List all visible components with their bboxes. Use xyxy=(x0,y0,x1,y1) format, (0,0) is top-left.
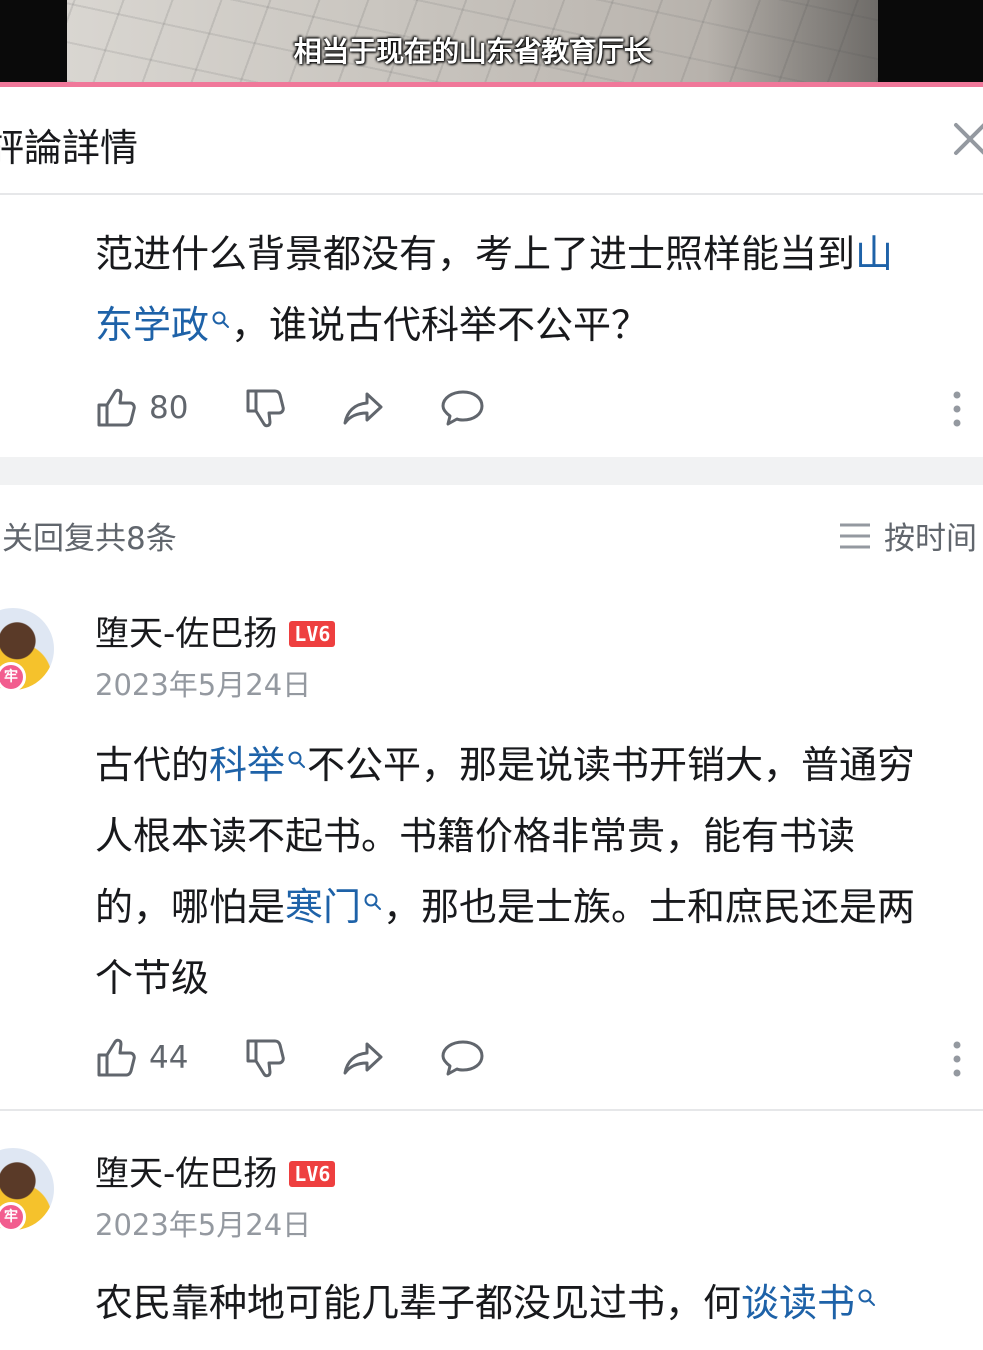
chat-bubble-icon xyxy=(441,390,484,426)
reply-button[interactable] xyxy=(441,1033,485,1083)
keyword-link[interactable]: 科举 xyxy=(209,743,307,787)
dislike-button[interactable] xyxy=(242,383,286,433)
reply-username[interactable]: 堕天-佐巴扬 LV6 xyxy=(95,1146,336,1195)
thumbs-down-icon xyxy=(246,389,285,428)
main-comment-line-2: 东学政 ，谁说古代科举不公平？ xyxy=(95,290,649,361)
comment-text: 的，哪怕是 xyxy=(95,885,286,929)
sort-label: 按时间 xyxy=(884,521,977,557)
keyword-link-text: 寒门 xyxy=(285,885,362,929)
reply-line-3: 的，哪怕是寒门 ，那也是士族。士和庶民还是两 xyxy=(95,872,915,943)
reply-count-label: 关回复共8条 xyxy=(2,521,177,557)
search-icon xyxy=(288,751,306,768)
reply-actions: 44 xyxy=(0,1033,983,1083)
share-button[interactable] xyxy=(341,383,385,433)
page-title: 評論詳情 xyxy=(0,126,139,170)
replies-header: 关回复共8条 按时间 xyxy=(0,485,983,580)
keyword-link[interactable]: 寒门 xyxy=(285,885,383,929)
comment-text: 古代的 xyxy=(95,743,210,787)
comment-text: 农民靠种地可能几辈子都没见过书，何 xyxy=(95,1281,742,1325)
close-icon[interactable] xyxy=(950,119,983,159)
reply-button[interactable] xyxy=(441,383,485,433)
sort-button[interactable]: 按时间 xyxy=(838,513,977,558)
comment-text: 范进什么背景都没有，考上了进士照样能当到 xyxy=(95,232,856,276)
reply-date: 2023年5月24日 xyxy=(95,668,312,702)
like-button[interactable]: 80 xyxy=(93,383,188,433)
reply-line-2: 人根本读不起书。书籍价格非常贵，能有书读 xyxy=(95,814,856,858)
list-sort-icon xyxy=(840,523,870,548)
main-comment: 范进什么背景都没有，考上了进士照样能当到山 东学政 ，谁说古代科举不公平？ 80 xyxy=(0,195,983,457)
username-text: 堕天-佐巴扬 xyxy=(95,614,278,654)
video-frame: 相当于现在的山东省教育厅长 xyxy=(67,0,878,82)
video-player-strip[interactable]: 相当于现在的山东省教育厅长 xyxy=(0,0,983,82)
chat-bubble-icon xyxy=(441,1040,484,1076)
reply-line-1: 古代的科举 不公平，那是说读书开销大，普通穷 xyxy=(95,730,915,801)
keyword-link-text: 东学政 xyxy=(95,303,210,347)
reply-line-4: 个节级 xyxy=(95,956,210,1000)
more-options-icon[interactable] xyxy=(943,1039,971,1079)
keyword-link-text: 科举 xyxy=(209,743,286,787)
main-comment-line-1: 范进什么背景都没有，考上了进士照样能当到山 xyxy=(95,219,893,290)
keyword-link[interactable]: 山 xyxy=(855,232,893,276)
username-text: 堕天-佐巴扬 xyxy=(95,1154,278,1194)
video-subtitle: 相当于现在的山东省教育厅长 xyxy=(293,35,652,68)
share-icon xyxy=(343,1042,383,1075)
keyword-link[interactable]: 东学政 xyxy=(95,303,231,347)
level-badge: LV6 xyxy=(289,621,336,647)
search-icon xyxy=(858,1289,876,1306)
comment-text: 不公平，那是说读书开销大，普通穷 xyxy=(307,743,916,787)
comment-text: ，那也是士族。士和庶民还是两 xyxy=(383,885,916,929)
keyword-link-text: 谈读书 xyxy=(741,1281,856,1325)
search-icon xyxy=(364,893,382,910)
reply-divider xyxy=(0,1109,983,1111)
search-icon xyxy=(212,311,230,328)
reply-date: 2023年5月24日 xyxy=(95,1208,312,1242)
main-comment-actions: 80 xyxy=(0,383,983,433)
like-count: 80 xyxy=(149,390,189,426)
like-button[interactable]: 44 xyxy=(93,1033,188,1083)
reply-line-1: 农民靠种地可能几辈子都没见过书，何谈读书 xyxy=(95,1268,877,1339)
thumbs-up-icon xyxy=(97,1038,136,1077)
keyword-link[interactable]: 谈读书 xyxy=(741,1281,877,1325)
comment-detail-header: 評論詳情 xyxy=(0,87,983,195)
more-options-icon[interactable] xyxy=(943,389,971,429)
section-separator xyxy=(0,457,983,485)
thumbs-up-icon xyxy=(97,388,136,427)
share-button[interactable] xyxy=(341,1033,385,1083)
share-icon xyxy=(343,392,383,425)
like-count: 44 xyxy=(149,1040,189,1076)
level-badge: LV6 xyxy=(289,1161,336,1187)
thumbs-down-icon xyxy=(246,1039,285,1078)
reply-username[interactable]: 堕天-佐巴扬 LV6 xyxy=(95,606,336,655)
reply-item: 牢 堕天-佐巴扬 LV6 2023年5月24日 古代的科举 不公平，那是说读书开销大… xyxy=(0,580,983,1110)
comment-text: ，谁说古代科举不公平？ xyxy=(231,303,650,347)
dislike-button[interactable] xyxy=(242,1033,286,1083)
reply-item: 牢 堕天-佐巴扬 LV6 2023年5月24日 农民靠种地可能几辈子都没见过书，何… xyxy=(0,1120,983,1350)
